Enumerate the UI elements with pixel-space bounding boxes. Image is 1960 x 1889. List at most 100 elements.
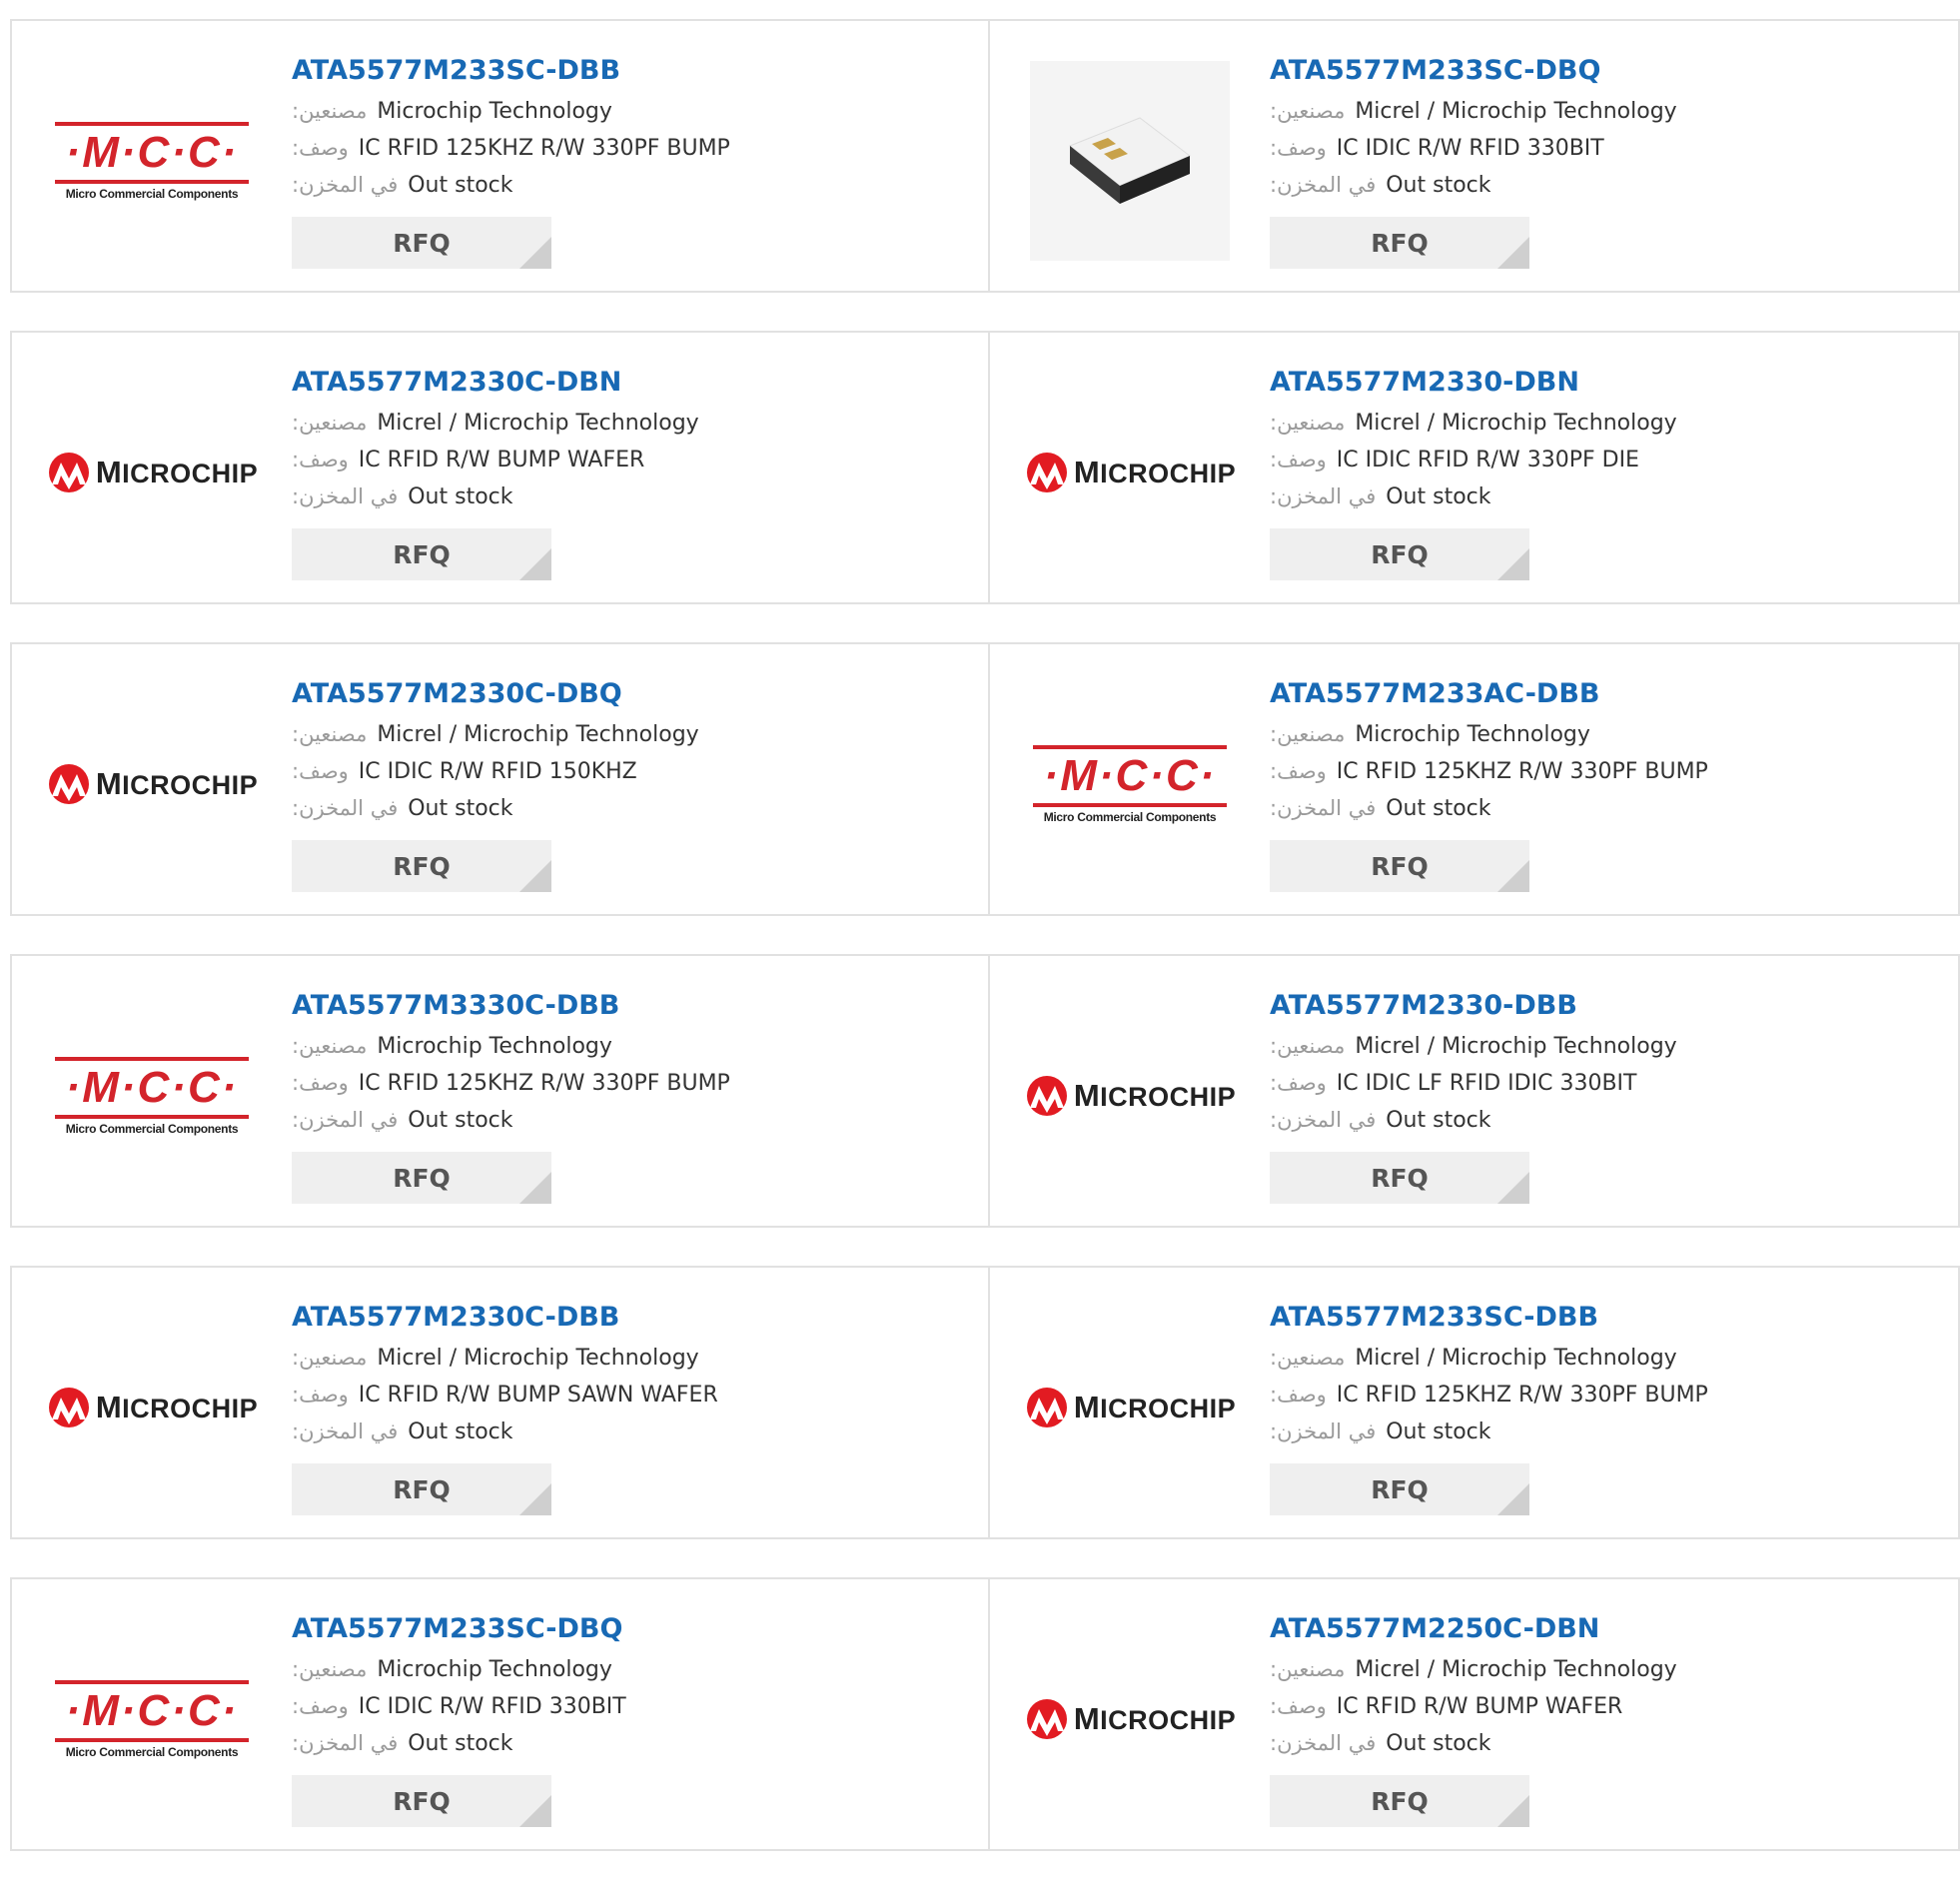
- manufacturer-logo[interactable]: MICROCHIP: [48, 684, 258, 884]
- manufacturer-label: :مصنعين: [292, 1657, 368, 1681]
- stock-label: :في المخزن: [292, 484, 399, 508]
- corner-triangle-icon: [519, 1483, 551, 1515]
- rfq-button[interactable]: RFQ: [292, 1463, 551, 1515]
- description-label: :وصف: [292, 136, 349, 160]
- product-info: ATA5577M2330-DBB :مصنعين Micrel / Microch…: [1270, 984, 1677, 1204]
- description-label: :وصف: [1270, 1383, 1327, 1407]
- description-row: :وصف IC RFID 125KHZ R/W 330PF BUMP: [292, 1065, 730, 1102]
- stock-label: :في المخزن: [1270, 1108, 1377, 1132]
- rfq-button[interactable]: RFQ: [1270, 1463, 1529, 1515]
- product-info: ATA5577M2330C-DBQ :مصنعين Micrel / Microc…: [292, 672, 699, 892]
- stock-value: Out stock: [1386, 1419, 1491, 1444]
- description-row: :وصف IC RFID R/W BUMP WAFER: [1270, 1688, 1677, 1725]
- manufacturer-label: :مصنعين: [1270, 99, 1346, 123]
- rfq-button[interactable]: RFQ: [1270, 1152, 1529, 1204]
- part-number-link[interactable]: ATA5577M233SC-DBQ: [1270, 49, 1677, 93]
- manufacturer-logo[interactable]: [1030, 61, 1230, 261]
- manufacturer-value: Micrel / Microchip Technology: [1355, 1657, 1677, 1682]
- stock-label: :في المخزن: [292, 1731, 399, 1755]
- manufacturer-logo[interactable]: MICROCHIP: [1026, 1308, 1236, 1507]
- manufacturer-logo[interactable]: ·M·C·C· Micro Commercial Components: [52, 1619, 252, 1819]
- stock-row: :في المخزن Out stock: [1270, 1102, 1677, 1139]
- manufacturer-label: :مصنعين: [1270, 722, 1346, 746]
- manufacturer-logo[interactable]: ·M·C·C· Micro Commercial Components: [1030, 684, 1230, 884]
- microchip-emblem-icon: [48, 764, 89, 804]
- manufacturer-value: Microchip Technology: [377, 1657, 612, 1682]
- rfq-button[interactable]: RFQ: [292, 528, 551, 580]
- manufacturer-label: :مصنعين: [292, 1034, 368, 1058]
- microchip-emblem-icon: [1026, 1076, 1067, 1116]
- stock-value: Out stock: [408, 796, 513, 821]
- stock-label: :في المخزن: [1270, 1731, 1377, 1755]
- description-row: :وصف IC IDIC R/W RFID 330BIT: [292, 1688, 626, 1725]
- part-number-link[interactable]: ATA5577M2330-DBB: [1270, 984, 1677, 1028]
- manufacturer-row: :مصنعين Microchip Technology: [1270, 716, 1708, 753]
- description-value: IC RFID R/W BUMP WAFER: [358, 448, 645, 472]
- description-value: IC IDIC R/W RFID 330BIT: [1336, 136, 1604, 161]
- corner-triangle-icon: [519, 548, 551, 580]
- part-number-link[interactable]: ATA5577M2330C-DBB: [292, 1296, 718, 1340]
- corner-triangle-icon: [1497, 1172, 1529, 1204]
- stock-row: :في المخزن Out stock: [1270, 167, 1677, 204]
- part-number-link[interactable]: ATA5577M233SC-DBB: [1270, 1296, 1708, 1340]
- rfq-button[interactable]: RFQ: [292, 1775, 551, 1827]
- rfq-button[interactable]: RFQ: [1270, 1775, 1529, 1827]
- stock-row: :في المخزن Out stock: [1270, 1725, 1677, 1762]
- manufacturer-row: :مصنعين Micrel / Microchip Technology: [1270, 1028, 1677, 1065]
- stock-value: Out stock: [408, 1731, 513, 1756]
- rfq-button[interactable]: RFQ: [292, 217, 551, 269]
- part-number-link[interactable]: ATA5577M2330C-DBN: [292, 361, 699, 405]
- product-card: ·M·C·C· Micro Commercial Components ATA55…: [12, 1579, 988, 1849]
- manufacturer-logo[interactable]: ·M·C·C· Micro Commercial Components: [52, 996, 252, 1196]
- manufacturer-label: :مصنعين: [292, 722, 368, 746]
- description-row: :وصف IC RFID R/W BUMP SAWN WAFER: [292, 1377, 718, 1414]
- manufacturer-logo[interactable]: ·M·C·C· Micro Commercial Components: [52, 61, 252, 261]
- manufacturer-logo[interactable]: MICROCHIP: [48, 1308, 258, 1507]
- rfq-button[interactable]: RFQ: [292, 840, 551, 892]
- corner-triangle-icon: [1497, 1795, 1529, 1827]
- manufacturer-logo[interactable]: MICROCHIP: [48, 373, 258, 572]
- manufacturer-logo[interactable]: MICROCHIP: [1026, 1619, 1236, 1819]
- product-info: ATA5577M233SC-DBB :مصنعين Microchip Techn…: [292, 49, 730, 269]
- stock-label: :في المخزن: [292, 1419, 399, 1443]
- manufacturer-row: :مصنعين Micrel / Microchip Technology: [292, 716, 699, 753]
- part-number-link[interactable]: ATA5577M2250C-DBN: [1270, 1607, 1677, 1651]
- stock-value: Out stock: [408, 173, 513, 198]
- mcc-logo: ·M·C·C· Micro Commercial Components: [52, 1056, 252, 1136]
- rfq-label: RFQ: [1371, 228, 1429, 258]
- manufacturer-row: :مصنعين Micrel / Microchip Technology: [292, 405, 699, 442]
- manufacturer-value: Microchip Technology: [1355, 722, 1590, 747]
- rfq-label: RFQ: [1371, 1474, 1429, 1504]
- rfq-button[interactable]: RFQ: [1270, 840, 1529, 892]
- mcc-logo: ·M·C·C· Micro Commercial Components: [52, 1679, 252, 1759]
- rfq-button[interactable]: RFQ: [292, 1152, 551, 1204]
- microchip-logo: MICROCHIP: [46, 1387, 258, 1428]
- part-number-link[interactable]: ATA5577M3330C-DBB: [292, 984, 730, 1028]
- rfq-button[interactable]: RFQ: [1270, 217, 1529, 269]
- manufacturer-label: :مصنعين: [1270, 1657, 1346, 1681]
- rfq-button[interactable]: RFQ: [1270, 528, 1529, 580]
- description-label: :وصف: [1270, 759, 1327, 783]
- rfq-label: RFQ: [393, 1786, 451, 1816]
- part-number-link[interactable]: ATA5577M2330-DBN: [1270, 361, 1677, 405]
- part-number-link[interactable]: ATA5577M233AC-DBB: [1270, 672, 1708, 716]
- stock-value: Out stock: [1386, 484, 1491, 509]
- product-card: MICROCHIP ATA5577M2330-DBB :مصنعين Micrel…: [988, 956, 1958, 1226]
- part-number-link[interactable]: ATA5577M233SC-DBQ: [292, 1607, 626, 1651]
- part-number-link[interactable]: ATA5577M2330C-DBQ: [292, 672, 699, 716]
- manufacturer-row: :مصنعين Microchip Technology: [292, 93, 730, 130]
- microchip-logo: MICROCHIP: [1024, 1387, 1236, 1428]
- manufacturer-logo[interactable]: MICROCHIP: [1026, 996, 1236, 1196]
- microchip-emblem-icon: [1026, 1388, 1067, 1427]
- stock-row: :في المخزن Out stock: [292, 1102, 730, 1139]
- part-number-link[interactable]: ATA5577M233SC-DBB: [292, 49, 730, 93]
- description-row: :وصف IC IDIC R/W RFID 330BIT: [1270, 130, 1677, 167]
- corner-triangle-icon: [1497, 860, 1529, 892]
- manufacturer-logo[interactable]: MICROCHIP: [1026, 373, 1236, 572]
- description-label: :وصف: [1270, 1071, 1327, 1095]
- description-label: :وصف: [1270, 448, 1327, 472]
- microchip-logo: MICROCHIP: [1024, 452, 1236, 493]
- manufacturer-label: :مصنعين: [1270, 1034, 1346, 1058]
- microchip-emblem-icon: [48, 453, 89, 492]
- product-grid: ·M·C·C· Micro Commercial Components ATA55…: [10, 19, 1960, 1889]
